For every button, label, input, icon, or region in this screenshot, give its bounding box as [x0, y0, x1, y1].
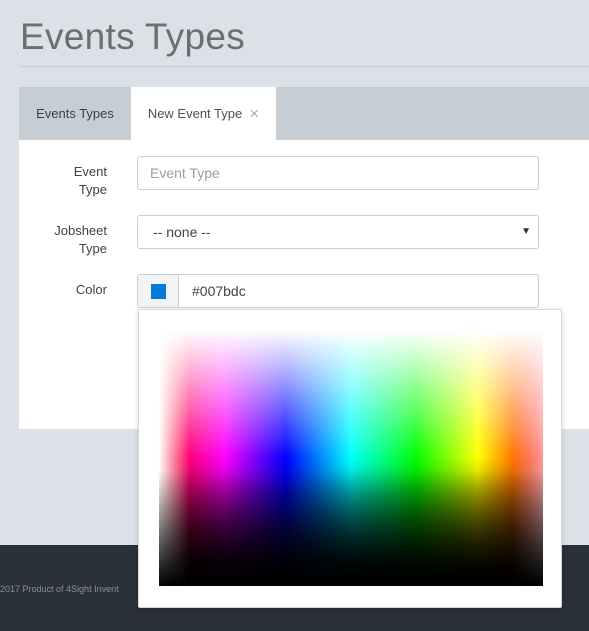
color-swatch-addon[interactable] — [138, 275, 179, 307]
color-input[interactable]: #007bdc — [137, 274, 539, 308]
color-swatch — [150, 283, 166, 299]
caret-down-icon: ▼ — [521, 226, 531, 237]
event-type-label: Event Type — [73, 164, 107, 197]
color-spectrum[interactable] — [159, 330, 543, 586]
event-type-input[interactable]: Event Type — [137, 156, 539, 190]
tab-label: Events Types — [36, 106, 114, 121]
page-title: Events Types — [20, 16, 246, 57]
event-type-placeholder: Event Type — [150, 165, 220, 181]
tab-events-types[interactable]: Events Types — [19, 87, 131, 140]
tab-label: New Event Type — [147, 106, 243, 121]
footer-text: 2017 Product of 4Sight Invent — [0, 584, 119, 594]
jobsheet-type-label: Jobsheet Type — [54, 223, 107, 256]
spectrum-dark-fade — [159, 330, 543, 586]
color-label: Color — [75, 282, 107, 297]
title-divider — [20, 66, 589, 67]
jobsheet-type-select[interactable]: -- none -- ▼ — [137, 215, 539, 249]
color-value: #007bdc — [192, 283, 246, 299]
close-icon[interactable]: × — [249, 105, 259, 122]
tab-bar: Events Types New Event Type × — [19, 87, 589, 140]
jobsheet-type-selected: -- none -- — [153, 224, 211, 240]
color-picker-popover — [138, 309, 562, 608]
tab-new-event-type[interactable]: New Event Type × — [131, 87, 276, 140]
